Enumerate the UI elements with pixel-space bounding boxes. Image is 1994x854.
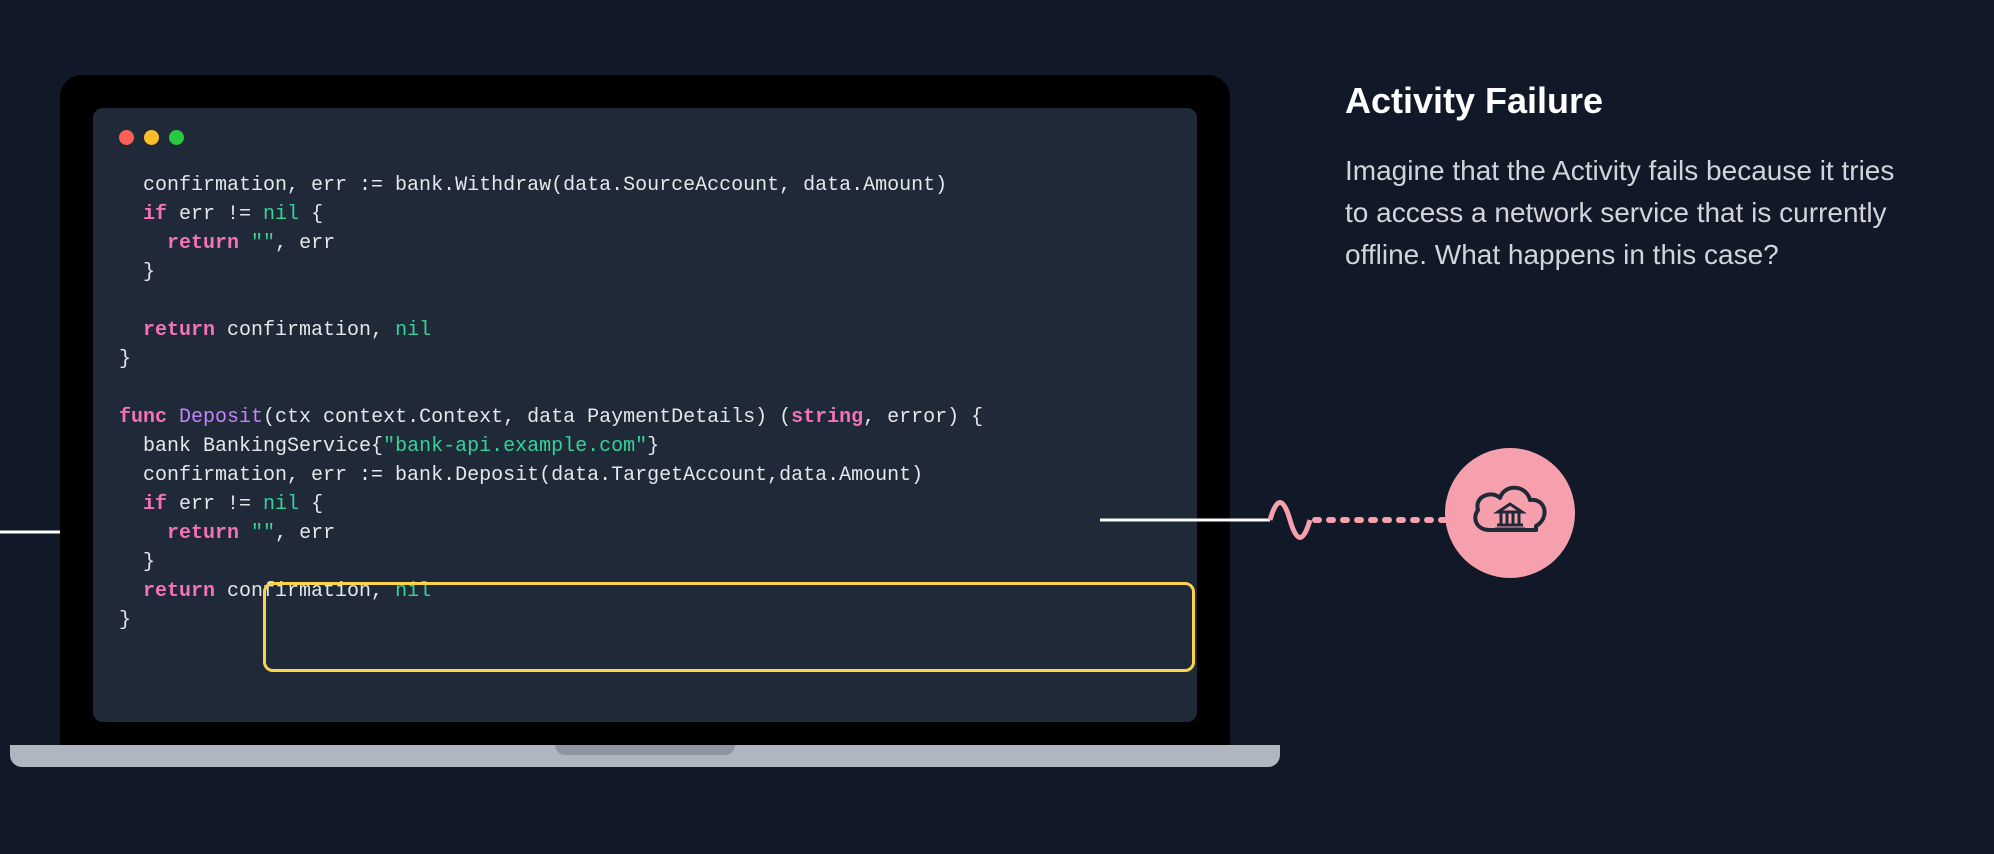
bank-cloud-icon bbox=[1445, 448, 1575, 578]
window-traffic-lights bbox=[119, 130, 1171, 145]
minimize-icon bbox=[144, 130, 159, 145]
code-editor-window: confirmation, err := bank.Withdraw(data.… bbox=[93, 108, 1197, 722]
explainer-panel: Activity Failure Imagine that the Activi… bbox=[1345, 80, 1925, 276]
laptop-base bbox=[10, 745, 1280, 767]
close-icon bbox=[119, 130, 134, 145]
explainer-heading: Activity Failure bbox=[1345, 80, 1925, 122]
laptop-frame: confirmation, err := bank.Withdraw(data.… bbox=[60, 75, 1230, 767]
laptop-screen: confirmation, err := bank.Withdraw(data.… bbox=[60, 75, 1230, 745]
code-block: confirmation, err := bank.Withdraw(data.… bbox=[119, 171, 1171, 635]
expand-icon bbox=[169, 130, 184, 145]
explainer-body: Imagine that the Activity fails because … bbox=[1345, 150, 1925, 276]
